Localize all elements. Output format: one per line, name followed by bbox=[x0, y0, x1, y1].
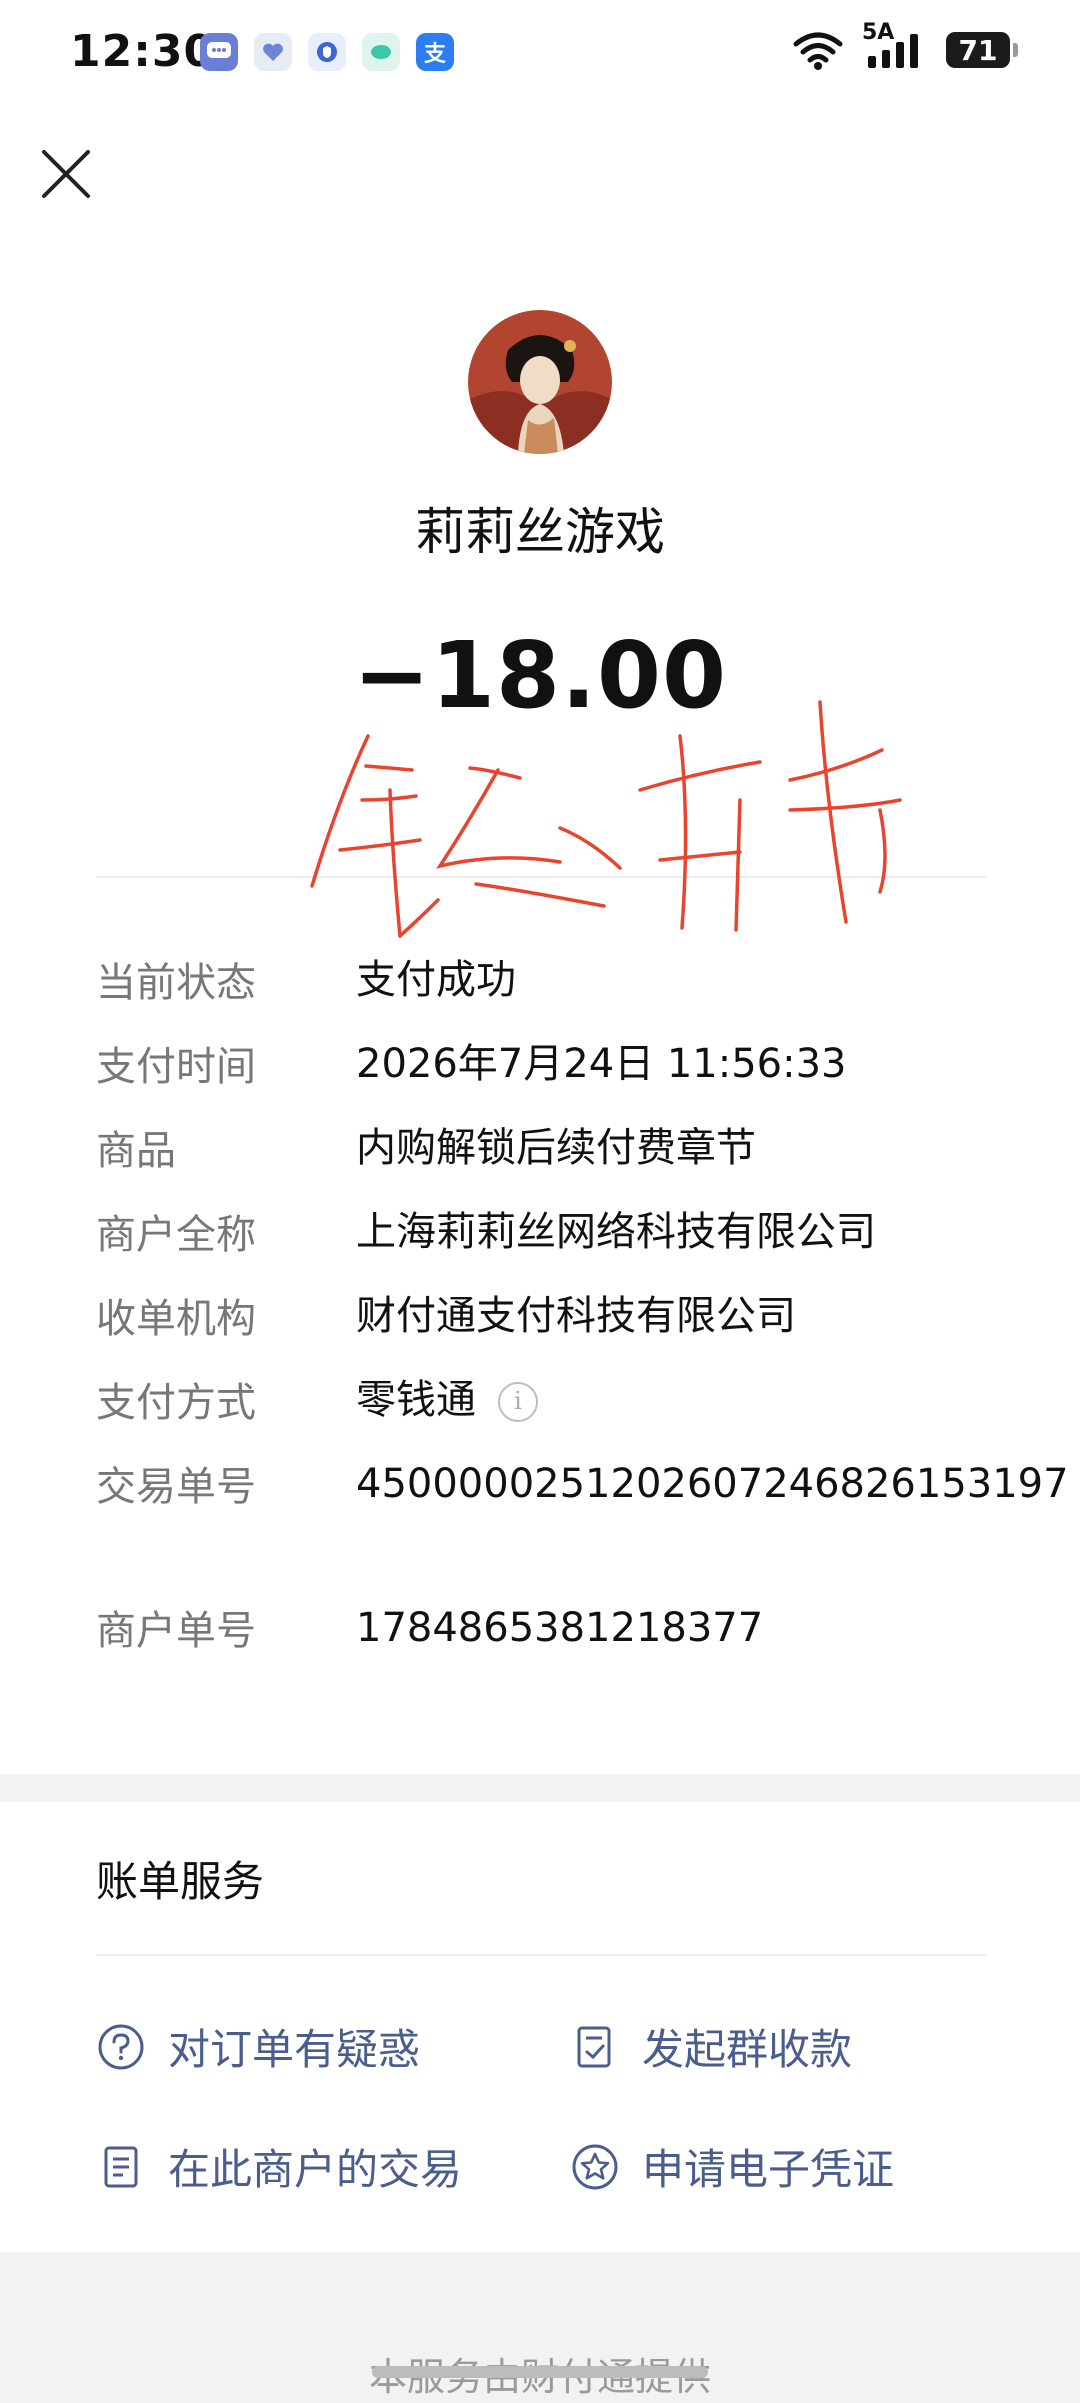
payment-amount: −18.00 bbox=[352, 622, 728, 729]
group-receipt-link[interactable]: 发起群收款 bbox=[570, 2016, 852, 2077]
detail-label: 商品 bbox=[96, 1128, 176, 1174]
star-badge-icon bbox=[570, 2142, 620, 2192]
group-receipt-icon bbox=[570, 2022, 620, 2072]
heart-app-icon bbox=[254, 33, 292, 71]
wifi-icon bbox=[793, 32, 843, 70]
cellular-signal: 5A bbox=[862, 20, 928, 70]
detail-value: 财付通支付科技有限公司 bbox=[356, 1293, 796, 1339]
detail-label: 交易单号 bbox=[96, 1464, 256, 1510]
detail-label: 收单机构 bbox=[96, 1296, 256, 1342]
detail-value: 内购解锁后续付费章节 bbox=[356, 1125, 756, 1171]
pay-method-value: 零钱通 bbox=[356, 1377, 476, 1423]
battery-indicator: 71 bbox=[946, 32, 1018, 68]
detail-value: 支付成功 bbox=[356, 957, 516, 1003]
e-voucher-link[interactable]: 申请电子凭证 bbox=[570, 2136, 894, 2197]
system-status: 5A 71 bbox=[790, 20, 1018, 70]
service-label: 在此商户的交易 bbox=[168, 2145, 463, 2194]
close-button[interactable] bbox=[40, 148, 92, 200]
merchant-name: 莉莉丝游戏 bbox=[415, 503, 665, 561]
merchant-transactions-link[interactable]: 在此商户的交易 bbox=[96, 2136, 462, 2197]
section-separator bbox=[0, 1774, 1080, 1802]
detail-label: 支付方式 bbox=[96, 1380, 256, 1426]
detail-label: 当前状态 bbox=[96, 960, 256, 1006]
divider bbox=[96, 1954, 986, 1956]
bill-service-title: 账单服务 bbox=[96, 1857, 265, 1906]
service-label: 对订单有疑惑 bbox=[168, 2025, 421, 2074]
detail-value: 2026年7月24日 11:56:33 bbox=[356, 1041, 847, 1087]
bubble-app-icon bbox=[362, 33, 400, 71]
merchant-avatar bbox=[468, 310, 612, 454]
close-icon bbox=[42, 150, 90, 198]
chat-icon bbox=[200, 33, 238, 71]
detail-value: 1784865381218377 bbox=[356, 1605, 764, 1651]
service-label: 发起群收款 bbox=[642, 2025, 853, 2074]
service-label: 申请电子凭证 bbox=[642, 2145, 895, 2194]
order-question-link[interactable]: 对订单有疑惑 bbox=[96, 2016, 420, 2077]
network-label: 5A bbox=[862, 20, 895, 45]
shield-app-icon bbox=[308, 33, 346, 71]
status-bar: 12:30 支 5A 71 bbox=[0, 0, 1080, 110]
status-time: 12:30 bbox=[70, 26, 216, 77]
question-circle-icon bbox=[96, 2022, 146, 2072]
alipay-icon: 支 bbox=[416, 33, 454, 71]
home-indicator[interactable] bbox=[372, 2366, 708, 2378]
detail-label: 支付时间 bbox=[96, 1044, 256, 1090]
divider bbox=[96, 876, 986, 878]
info-icon[interactable]: i bbox=[498, 1382, 538, 1422]
notification-icons: 支 bbox=[200, 33, 454, 71]
document-icon bbox=[96, 2142, 146, 2192]
detail-value: 上海莉莉丝网络科技有限公司 bbox=[356, 1209, 876, 1255]
detail-label: 商户全称 bbox=[96, 1212, 256, 1258]
detail-value: 零钱通 i bbox=[356, 1370, 1080, 1430]
detail-label: 商户单号 bbox=[96, 1608, 256, 1654]
detail-value: 4500000251202607246826153197 bbox=[356, 1461, 1069, 1507]
